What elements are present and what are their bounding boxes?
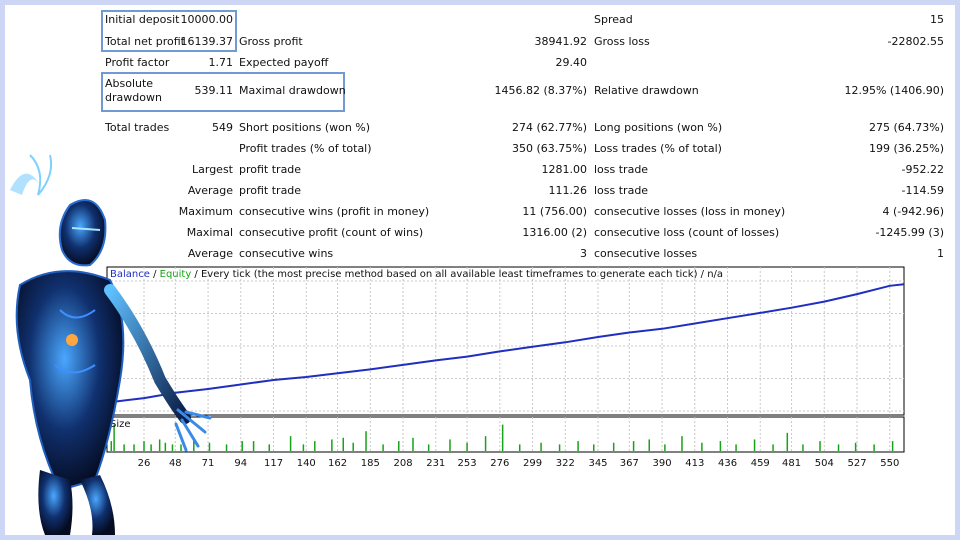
largest-loss-value: -952.22 bbox=[901, 163, 944, 176]
balance-chart-svg: 26 48 71 94 117 140 162 185 208 231 253 276 299 322 34… bbox=[106, 266, 905, 469]
chart-x-tick-label: 299 bbox=[523, 458, 542, 469]
short-positions-label: Short positions (won %) bbox=[239, 121, 371, 134]
avg-consecutive-wins-value: 3 bbox=[580, 247, 587, 260]
max-consecutive-wins-label: consecutive wins (profit in money) bbox=[239, 205, 430, 218]
flame-shape bbox=[10, 173, 40, 195]
spread-label: Spread bbox=[594, 13, 633, 26]
chart-main-panel bbox=[106, 266, 905, 416]
gross-profit-label: Gross profit bbox=[239, 35, 303, 48]
chart-x-tick-label: 367 bbox=[620, 458, 639, 469]
balance-chart: 26 48 71 94 117 140 162 185 208 231 253 276 299 322 34… bbox=[106, 266, 906, 472]
maximal-consecutive-profit-value: 1316.00 (2) bbox=[522, 226, 587, 239]
maximal-consecutive-loss-label: consecutive loss (count of losses) bbox=[594, 226, 780, 239]
maximal-consecutive-profit-label: consecutive profit (count of wins) bbox=[239, 226, 424, 239]
chart-x-tick-label: 162 bbox=[328, 458, 347, 469]
chart-x-tick-label: 140 bbox=[297, 458, 316, 469]
chart-x-tick-label: 481 bbox=[782, 458, 801, 469]
total-trades-label: Total trades bbox=[105, 121, 170, 134]
robot-leg-left bbox=[38, 470, 73, 535]
average-profit-label: profit trade bbox=[239, 184, 302, 197]
largest-loss-label: loss trade bbox=[594, 163, 649, 176]
loss-trades-value: 199 (36.25%) bbox=[868, 142, 944, 155]
profit-factor-label: Profit factor bbox=[105, 56, 170, 69]
max-consecutive-wins-value: 11 (756.00) bbox=[522, 205, 587, 218]
long-positions-label: Long positions (won %) bbox=[594, 121, 723, 134]
average-loss-value: -114.59 bbox=[901, 184, 944, 197]
absolute-drawdown-label-2: drawdown bbox=[105, 91, 162, 104]
chart-x-tick-label: 117 bbox=[264, 458, 283, 469]
chart-x-tick-label: 94 bbox=[234, 458, 247, 469]
spread-value: 15 bbox=[930, 13, 944, 26]
chart-x-tick-label: 459 bbox=[751, 458, 770, 469]
gross-loss-label: Gross loss bbox=[594, 35, 650, 48]
long-positions-value: 275 (64.73%) bbox=[868, 121, 944, 134]
robot-leg-right bbox=[80, 475, 115, 535]
robot-illustration bbox=[10, 154, 212, 535]
profit-trades-value: 350 (63.75%) bbox=[511, 142, 587, 155]
chart-x-tick-label: 390 bbox=[653, 458, 672, 469]
robot-head bbox=[58, 199, 107, 267]
chart-x-tick-label: 345 bbox=[588, 458, 607, 469]
chart-x-tick-label: 436 bbox=[718, 458, 737, 469]
expected-payoff-label: Expected payoff bbox=[239, 56, 329, 69]
robot-torso bbox=[15, 270, 125, 492]
maximal-drawdown-label: Maximal drawdown bbox=[239, 84, 346, 97]
initial-deposit-value: 10000.00 bbox=[180, 13, 234, 26]
initial-deposit-label: Initial deposit bbox=[105, 13, 180, 26]
chart-x-tick-label: 276 bbox=[490, 458, 509, 469]
profit-factor-value: 1.71 bbox=[208, 56, 234, 69]
chart-x-tick-label: 504 bbox=[815, 458, 834, 469]
chart-x-tick-label: 253 bbox=[458, 458, 477, 469]
relative-drawdown-value: 12.95% (1406.90) bbox=[844, 84, 944, 97]
expected-payoff-value: 29.40 bbox=[555, 56, 588, 69]
chart-x-tick-label: 208 bbox=[393, 458, 412, 469]
maximal-drawdown-value: 1456.82 (8.37%) bbox=[494, 84, 587, 97]
chart-x-tick-label: 322 bbox=[556, 458, 575, 469]
max-consecutive-losses-value: 4 (-942.96) bbox=[882, 205, 944, 218]
robot-core-light bbox=[66, 334, 78, 346]
largest-profit-label: profit trade bbox=[239, 163, 302, 176]
flame-wisp bbox=[29, 154, 53, 196]
average-loss-label: loss trade bbox=[594, 184, 649, 197]
avg-consecutive-losses-value: 1 bbox=[937, 247, 944, 260]
short-positions-value: 274 (62.77%) bbox=[511, 121, 587, 134]
maximal-consecutive-loss-value: -1245.99 (3) bbox=[875, 226, 944, 239]
gross-profit-value: 38941.92 bbox=[534, 35, 588, 48]
chart-x-tick-label: 231 bbox=[426, 458, 445, 469]
absolute-drawdown-value: 539.11 bbox=[194, 84, 234, 97]
chart-x-tick-label: 550 bbox=[880, 458, 899, 469]
average-profit-value: 111.26 bbox=[548, 184, 588, 197]
chart-x-tick-label: 527 bbox=[847, 458, 866, 469]
largest-profit-value: 1281.00 bbox=[541, 163, 588, 176]
chart-x-tick-label: 185 bbox=[361, 458, 380, 469]
loss-trades-label: Loss trades (% of total) bbox=[594, 142, 722, 155]
gross-loss-value: -22802.55 bbox=[887, 35, 944, 48]
legend-description: / Every tick (the most precise method ba… bbox=[191, 269, 724, 280]
total-trades-value: 549 bbox=[212, 121, 233, 134]
avg-consecutive-wins-label: consecutive wins bbox=[239, 247, 334, 260]
chart-x-tick-label: 413 bbox=[685, 458, 704, 469]
absolute-drawdown-label-1: Absolute bbox=[105, 77, 154, 90]
avg-consecutive-losses-label: consecutive losses bbox=[594, 247, 698, 260]
profit-trades-label: Profit trades (% of total) bbox=[239, 142, 372, 155]
max-consecutive-losses-label: consecutive losses (loss in money) bbox=[594, 205, 786, 218]
total-net-profit-value: 16139.37 bbox=[180, 35, 234, 48]
relative-drawdown-label: Relative drawdown bbox=[594, 84, 699, 97]
